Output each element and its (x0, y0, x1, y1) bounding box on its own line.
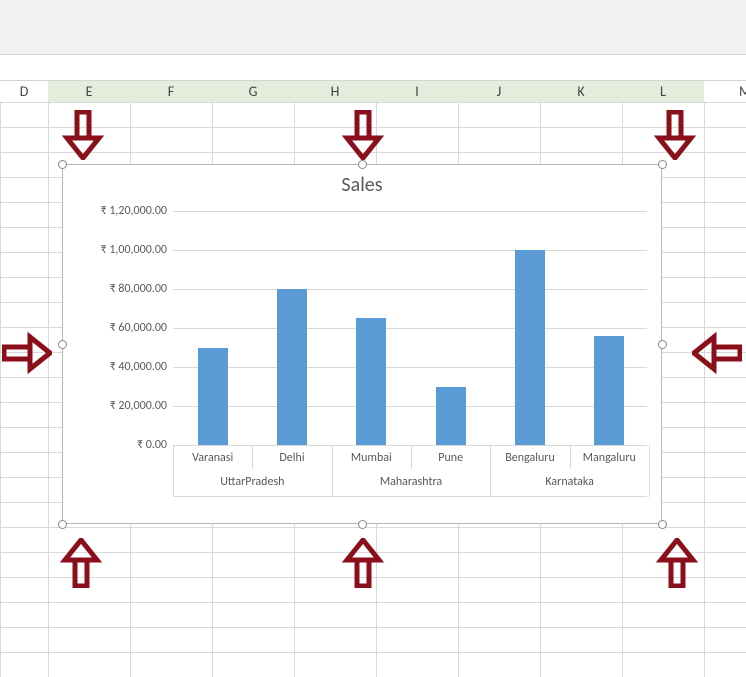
chart-gridline (173, 406, 647, 407)
y-axis-tick: ₹ 1,00,000.00 (67, 243, 167, 257)
column-header-J[interactable]: J (458, 81, 541, 103)
selection-handle[interactable] (658, 520, 667, 529)
chart-gridline (173, 367, 647, 368)
x-axis-label: Mangaluru (570, 451, 649, 465)
category-item-divider (570, 445, 571, 469)
gridline-v (0, 102, 1, 677)
x-axis-group-label: Karnataka (490, 475, 649, 489)
plot-area[interactable] (173, 211, 647, 445)
annotation-arrow-down-icon (650, 110, 700, 160)
column-header-L[interactable]: L (622, 81, 705, 103)
annotation-arrow-down-icon (58, 110, 108, 160)
column-header-G[interactable]: G (212, 81, 295, 103)
column-header-D[interactable]: D (0, 81, 49, 103)
chart-object[interactable]: Sales VaranasiDelhi UttarPradeshMumbaiPun… (62, 164, 662, 524)
y-axis-tick: ₹ 1,20,000.00 (67, 204, 167, 218)
bar-mumbai[interactable] (356, 318, 386, 445)
gridline-v (704, 102, 705, 677)
category-group-divider (649, 445, 650, 497)
selection-handle[interactable] (58, 340, 67, 349)
selection-handle[interactable] (358, 520, 367, 529)
x-axis-group-label: Maharashtra (332, 475, 491, 489)
y-axis-tick: ₹ 20,000.00 (67, 399, 167, 413)
x-axis-label: Mumbai (332, 451, 411, 465)
x-axis-group-label: UttarPradesh (173, 475, 332, 489)
column-header-M[interactable]: M (704, 81, 746, 103)
chart-title[interactable]: Sales (63, 165, 661, 197)
chart-gridline (173, 328, 647, 329)
bar-bengaluru[interactable] (515, 250, 545, 445)
x-axis-label: Delhi (252, 451, 331, 465)
gridline-h (0, 652, 746, 653)
column-header-E[interactable]: E (48, 81, 131, 103)
gridline-h (0, 627, 746, 628)
selection-handle[interactable] (58, 520, 67, 529)
gridline-h (0, 102, 746, 103)
category-axis: VaranasiDelhi UttarPradeshMumbaiPune Mahar… (173, 445, 647, 497)
category-item-divider (252, 445, 253, 469)
y-axis-tick: ₹ 80,000.00 (67, 282, 167, 296)
y-axis-tick: ₹ 40,000.00 (67, 360, 167, 374)
x-axis-label: Varanasi (173, 451, 252, 465)
ribbon-strip (0, 0, 746, 55)
x-axis-label: Pune (411, 451, 490, 465)
chart-gridline (173, 211, 647, 212)
bar-pune[interactable] (436, 387, 466, 446)
chart-gridline (173, 289, 647, 290)
annotation-arrow-right-icon (2, 328, 52, 378)
selection-handle[interactable] (358, 160, 367, 169)
annotation-arrow-down-icon (338, 110, 388, 160)
bar-delhi[interactable] (277, 289, 307, 445)
bar-varanasi[interactable] (198, 348, 228, 446)
column-header-F[interactable]: F (130, 81, 213, 103)
gridline-v (48, 102, 49, 677)
category-item-divider (411, 445, 412, 469)
column-header-H[interactable]: H (294, 81, 377, 103)
annotation-arrow-up-icon (338, 538, 388, 588)
column-header-I[interactable]: I (376, 81, 459, 103)
selection-handle[interactable] (658, 340, 667, 349)
selection-handle[interactable] (58, 160, 67, 169)
y-axis-tick: ₹ 60,000.00 (67, 321, 167, 335)
column-header-K[interactable]: K (540, 81, 623, 103)
selection-handle[interactable] (658, 160, 667, 169)
annotation-arrow-up-icon (56, 538, 106, 588)
gridline-h (0, 527, 746, 528)
gridline-h (0, 602, 746, 603)
annotation-arrow-left-icon (692, 328, 742, 378)
y-axis-tick: ₹ 0.00 (67, 438, 167, 452)
column-headers-row: DEFGHIJKLM (0, 80, 746, 104)
bar-mangaluru[interactable] (594, 336, 624, 445)
chart-gridline (173, 250, 647, 251)
category-axis-baseline (173, 496, 647, 497)
annotation-arrow-up-icon (652, 538, 702, 588)
x-axis-label: Bengaluru (490, 451, 569, 465)
